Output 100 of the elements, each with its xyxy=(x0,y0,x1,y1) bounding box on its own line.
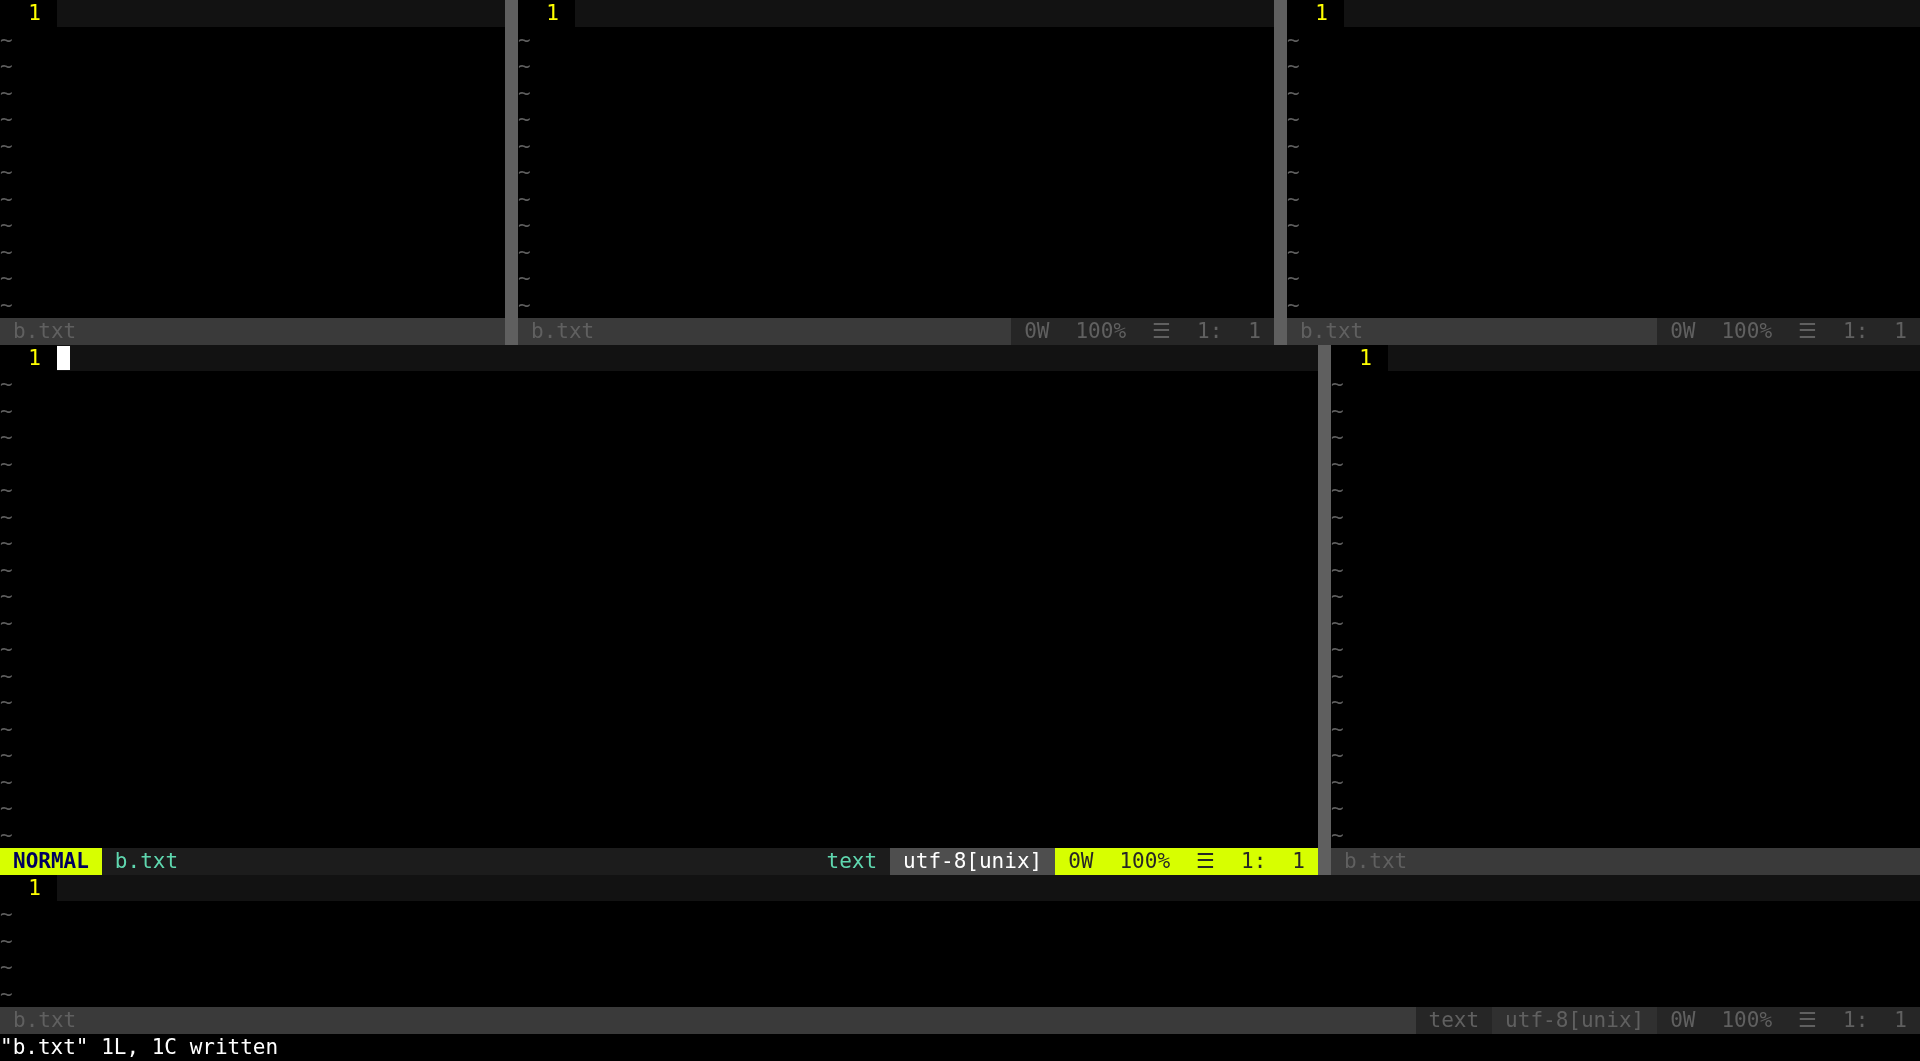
empty-line-marker: ~ xyxy=(518,107,531,131)
empty-line-marker: ~ xyxy=(518,239,531,264)
empty-line-marker: ~ xyxy=(0,743,13,767)
empty-line-marker: ~ xyxy=(518,133,531,158)
empty-line-marker: ~ xyxy=(0,955,13,979)
empty-line-marker: ~ xyxy=(1287,239,1300,264)
empty-line-marker: ~ xyxy=(518,292,531,317)
empty-line-marker: ~ xyxy=(0,902,13,926)
empty-line-marker: ~ xyxy=(518,186,531,211)
empty-line-marker: ~ xyxy=(0,769,13,794)
position-text: 0W xyxy=(1068,848,1094,875)
position-text: 1: xyxy=(1241,848,1267,875)
position-text: ☰ xyxy=(1798,318,1818,345)
position-text: ☰ xyxy=(1152,318,1172,345)
empty-line-marker: ~ xyxy=(1331,637,1344,661)
line-number: 1 xyxy=(28,0,41,27)
empty-line-marker: ~ xyxy=(1287,107,1300,131)
empty-line-marker: ~ xyxy=(1287,266,1300,290)
empty-line-marker: ~ xyxy=(0,186,13,211)
empty-line-marker: ~ xyxy=(1331,398,1344,423)
empty-line-marker: ~ xyxy=(0,425,13,449)
empty-line-marker: ~ xyxy=(0,213,13,237)
empty-line-marker: ~ xyxy=(0,54,13,78)
empty-line-marker: ~ xyxy=(0,690,13,714)
empty-line-marker: ~ xyxy=(1331,716,1344,741)
position-text: 0W xyxy=(1670,1007,1696,1034)
empty-line-marker: ~ xyxy=(0,822,13,847)
empty-line-marker: ~ xyxy=(1287,160,1300,184)
empty-line-marker: ~ xyxy=(1287,186,1300,211)
empty-line-marker: ~ xyxy=(0,292,13,317)
empty-line-marker: ~ xyxy=(0,80,13,105)
empty-line-marker: ~ xyxy=(0,584,13,608)
empty-line-marker: ~ xyxy=(1331,557,1344,582)
empty-line-marker: ~ xyxy=(1331,451,1344,476)
file-type: text xyxy=(1415,1007,1493,1034)
position-text: 100% xyxy=(1119,848,1171,875)
file-type: text xyxy=(813,848,891,875)
position-text: 100% xyxy=(1075,318,1127,345)
window-separator[interactable] xyxy=(1318,344,1331,875)
empty-line-marker: ~ xyxy=(0,716,13,741)
empty-line-marker: ~ xyxy=(1331,743,1344,767)
file-name: b.txt xyxy=(114,849,179,873)
empty-line-marker: ~ xyxy=(0,610,13,635)
empty-line-marker: ~ xyxy=(518,160,531,184)
empty-line-marker: ~ xyxy=(518,266,531,290)
line-number: 1 xyxy=(1315,0,1328,27)
window-separator[interactable] xyxy=(1274,0,1287,345)
empty-line-marker: ~ xyxy=(0,133,13,158)
empty-line-marker: ~ xyxy=(0,928,13,953)
position-text: 0W xyxy=(1670,318,1696,345)
position-text: 1 xyxy=(1894,318,1907,345)
empty-line-marker: ~ xyxy=(1331,822,1344,847)
empty-line-marker: ~ xyxy=(518,213,531,237)
empty-line-marker: ~ xyxy=(1287,133,1300,158)
position-text: ☰ xyxy=(1798,1007,1818,1034)
position-text: 0W xyxy=(1024,318,1050,345)
empty-line-marker: ~ xyxy=(0,478,13,502)
line-number: 1 xyxy=(546,0,559,27)
position-text: 1: xyxy=(1843,318,1869,345)
position-text: 1: xyxy=(1197,318,1223,345)
position-text: 1 xyxy=(1894,1007,1907,1034)
empty-line-marker: ~ xyxy=(1287,27,1300,52)
position-text: 100% xyxy=(1721,1007,1773,1034)
empty-line-marker: ~ xyxy=(0,557,13,582)
empty-line-marker: ~ xyxy=(0,107,13,131)
empty-line-marker: ~ xyxy=(0,504,13,529)
line-number: 1 xyxy=(28,874,41,901)
empty-line-marker: ~ xyxy=(1331,478,1344,502)
position-text: 100% xyxy=(1721,318,1773,345)
empty-line-marker: ~ xyxy=(1331,425,1344,449)
empty-line-marker: ~ xyxy=(1287,54,1300,78)
empty-line-marker: ~ xyxy=(1331,690,1344,714)
position-text: 1 xyxy=(1292,848,1305,875)
position-text: 1: xyxy=(1843,1007,1869,1034)
empty-line-marker: ~ xyxy=(1331,372,1344,396)
window-separator[interactable] xyxy=(505,0,518,345)
empty-line-marker: ~ xyxy=(0,451,13,476)
line-number: 1 xyxy=(28,344,41,371)
empty-line-marker: ~ xyxy=(1331,584,1344,608)
empty-line-marker: ~ xyxy=(1331,531,1344,555)
empty-line-marker: ~ xyxy=(0,981,13,1006)
empty-line-marker: ~ xyxy=(1331,504,1344,529)
empty-line-marker: ~ xyxy=(0,398,13,423)
empty-line-marker: ~ xyxy=(0,27,13,52)
line-number: 1 xyxy=(1359,344,1372,371)
empty-line-marker: ~ xyxy=(1287,80,1300,105)
empty-line-marker: ~ xyxy=(518,54,531,78)
empty-line-marker: ~ xyxy=(0,372,13,396)
empty-line-marker: ~ xyxy=(0,160,13,184)
empty-line-marker: ~ xyxy=(1331,769,1344,794)
empty-line-marker: ~ xyxy=(0,531,13,555)
empty-line-marker: ~ xyxy=(0,637,13,661)
empty-line-marker: ~ xyxy=(1331,610,1344,635)
empty-line-marker: ~ xyxy=(1331,663,1344,688)
empty-line-marker: ~ xyxy=(0,239,13,264)
empty-line-marker: ~ xyxy=(0,663,13,688)
empty-line-marker: ~ xyxy=(518,27,531,52)
empty-line-marker: ~ xyxy=(1287,213,1300,237)
empty-line-marker: ~ xyxy=(1287,292,1300,317)
command-message: "b.txt" 1L, 1C written xyxy=(0,1033,280,1060)
